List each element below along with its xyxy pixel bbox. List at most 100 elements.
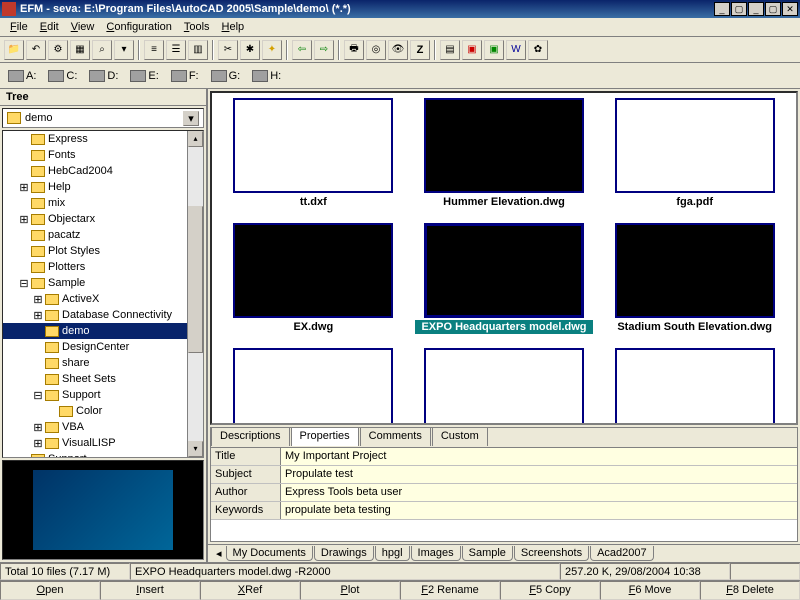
thumbnail-image [424, 223, 584, 318]
thumbnail[interactable]: EX.dwg [218, 220, 409, 345]
tree-node[interactable]: HebCad2004 [3, 163, 203, 179]
fn-key[interactable]: F5 Copy [500, 581, 600, 600]
tool-btn[interactable]: ☰ [166, 40, 186, 60]
tree-node[interactable]: Fonts [3, 147, 203, 163]
tree-folder-combo[interactable]: demo ▾ [2, 108, 204, 128]
property-tab-descriptions[interactable]: Descriptions [211, 427, 290, 446]
tool-btn[interactable]: ▣ [462, 40, 482, 60]
tool-btn[interactable]: Z [410, 40, 430, 60]
tool-btn[interactable]: W [506, 40, 526, 60]
property-value[interactable]: propulate beta testing [281, 502, 797, 519]
folder-tab[interactable]: Sample [462, 546, 513, 561]
tree-node[interactable]: ⊞VBA [3, 419, 203, 435]
folder-tree[interactable]: ExpressFontsHebCad2004⊞Helpmix⊞Objectarx… [2, 130, 204, 458]
menu-view[interactable]: View [65, 19, 101, 35]
fn-key[interactable]: Open [0, 581, 100, 600]
drive-c[interactable]: C: [44, 70, 81, 82]
menu-help[interactable]: Help [216, 19, 251, 35]
tree-node[interactable]: mix [3, 195, 203, 211]
tool-btn[interactable]: 📁 [4, 40, 24, 60]
fn-key[interactable]: F8 Delete [700, 581, 800, 600]
tool-btn[interactable]: ▣ [484, 40, 504, 60]
tool-btn[interactable]: ✱ [240, 40, 260, 60]
thumbnail[interactable]: fga.pdf [599, 95, 790, 220]
tree-node[interactable]: ⊟Sample [3, 275, 203, 291]
tree-node[interactable]: ⊞ActiveX [3, 291, 203, 307]
tool-btn[interactable]: ⚙ [48, 40, 68, 60]
tree-node[interactable]: DesignCenter [3, 339, 203, 355]
chevron-down-icon[interactable]: ▾ [183, 111, 199, 126]
thumbnail[interactable]: Hummer Elevation.dwg [409, 95, 600, 220]
menu-tools[interactable]: Tools [178, 19, 216, 35]
thumbnail-grid[interactable]: tt.dxfHummer Elevation.dwgfga.pdf EX.dwgE… [210, 91, 798, 425]
min-alt-button[interactable]: _ [714, 2, 730, 16]
fn-key[interactable]: F6 Move [600, 581, 700, 600]
tool-btn[interactable]: ▥ [188, 40, 208, 60]
tree-node[interactable]: ⊟Support [3, 387, 203, 403]
folder-tab[interactable]: My Documents [226, 546, 313, 561]
folder-tab[interactable]: Drawings [314, 546, 374, 561]
tool-btn[interactable]: ✂ [218, 40, 238, 60]
tool-btn[interactable]: ⇨ [314, 40, 334, 60]
drive-e[interactable]: E: [126, 70, 162, 82]
tree-node[interactable]: demo [3, 323, 203, 339]
tool-btn[interactable]: 🖶 [344, 40, 364, 60]
tree-node[interactable]: Sheet Sets [3, 371, 203, 387]
fn-key[interactable]: Insert [100, 581, 200, 600]
fn-key[interactable]: F2 Rename [400, 581, 500, 600]
drive-h[interactable]: H: [248, 70, 285, 82]
thumbnail[interactable]: EXPO Headquarters model.dwg [409, 220, 600, 345]
tool-btn[interactable]: ✦ [262, 40, 282, 60]
drive-d[interactable]: D: [85, 70, 122, 82]
tree-node[interactable]: Plotters [3, 259, 203, 275]
property-value[interactable]: My Important Project [281, 448, 797, 465]
thumbnail[interactable]: tt.dxf [218, 95, 409, 220]
minimize-button[interactable]: _ [748, 2, 764, 16]
drive-a[interactable]: A: [4, 70, 40, 82]
close-button[interactable]: ✕ [782, 2, 798, 16]
tool-btn[interactable]: ▤ [440, 40, 460, 60]
tree-node[interactable]: Express [3, 131, 203, 147]
tree-node[interactable]: ⊞VisualLISP [3, 435, 203, 451]
property-tab-comments[interactable]: Comments [360, 427, 431, 446]
tool-btn[interactable]: ◎ [366, 40, 386, 60]
tool-btn[interactable]: ↶ [26, 40, 46, 60]
drive-g[interactable]: G: [207, 70, 245, 82]
property-tab-custom[interactable]: Custom [432, 427, 488, 446]
property-value[interactable]: Propulate test [281, 466, 797, 483]
folder-tab[interactable]: Images [411, 546, 461, 561]
max-alt-button[interactable]: ▢ [731, 2, 747, 16]
tree-node[interactable]: Plot Styles [3, 243, 203, 259]
tool-btn[interactable]: ⌕ [92, 40, 112, 60]
thumbnail[interactable]: 50states.plt [599, 345, 790, 425]
tree-node[interactable]: ⊞Help [3, 179, 203, 195]
fn-key[interactable]: XRef [200, 581, 300, 600]
tree-node[interactable]: share [3, 355, 203, 371]
thumbnail[interactable]: Stadium South Elevation.dwg [599, 220, 790, 345]
tree-node[interactable]: Color [3, 403, 203, 419]
tool-btn[interactable]: ≡ [144, 40, 164, 60]
folder-tab[interactable]: hpgl [375, 546, 410, 561]
menu-edit[interactable]: Edit [34, 19, 65, 35]
thumbnail[interactable]: zkl47_22.PDF [409, 345, 600, 425]
tool-btn[interactable]: 👁 [388, 40, 408, 60]
tool-btn[interactable]: ⇦ [292, 40, 312, 60]
maximize-button[interactable]: ▢ [765, 2, 781, 16]
fn-key[interactable]: Plot [300, 581, 400, 600]
property-tab-properties[interactable]: Properties [291, 427, 359, 446]
tree-scrollbar[interactable]: ▴ ▾ [187, 131, 203, 457]
tree-node[interactable]: pacatz [3, 227, 203, 243]
tool-btn[interactable]: ▦ [70, 40, 90, 60]
tree-node[interactable]: ⊞Database Connectivity [3, 307, 203, 323]
tree-node[interactable]: Support [3, 451, 203, 458]
property-value[interactable]: Express Tools beta user [281, 484, 797, 501]
folder-tab[interactable]: Screenshots [514, 546, 589, 561]
menu-file[interactable]: File [4, 19, 34, 35]
menu-configuration[interactable]: Configuration [100, 19, 177, 35]
thumbnail[interactable]: COLUMBIA.TIF [218, 345, 409, 425]
drive-f[interactable]: F: [167, 70, 203, 82]
tool-btn[interactable]: ▾ [114, 40, 134, 60]
tool-btn[interactable]: ✿ [528, 40, 548, 60]
tree-node[interactable]: ⊞Objectarx [3, 211, 203, 227]
folder-tab[interactable]: Acad2007 [590, 546, 654, 561]
